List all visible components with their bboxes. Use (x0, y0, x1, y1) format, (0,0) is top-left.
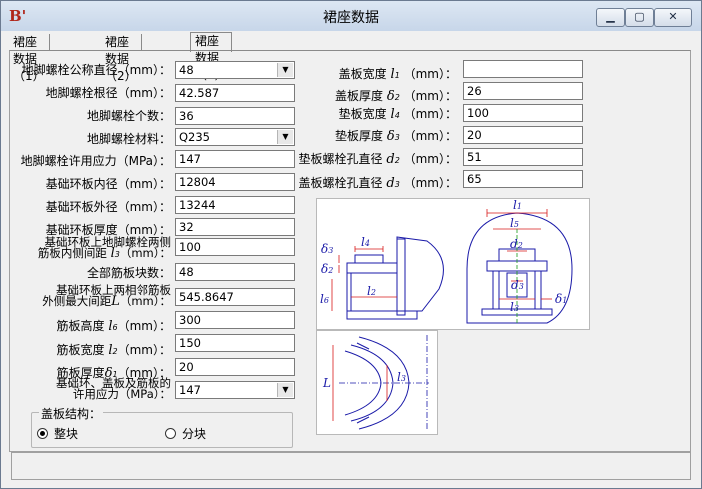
rib-height-input[interactable]: 300 (175, 311, 295, 329)
tab-skirt-data-1[interactable]: 裙座数据（1） (9, 34, 50, 83)
base-ring-outer-diameter-input[interactable]: 13244 (175, 196, 295, 214)
label-l3-plan: l3 (397, 370, 406, 384)
label-l4: l4 (361, 235, 370, 249)
bolt-root-diameter-label: 地脚螺栓根径（mm）： (45, 86, 171, 100)
radio-selected-icon[interactable] (37, 428, 48, 439)
bolt-count-label: 地脚螺栓个数： (86, 109, 171, 123)
label-l5: l5 (510, 216, 519, 230)
bolt-root-diameter-input[interactable]: 42.587 (175, 84, 295, 102)
label-l3: l3 (510, 300, 519, 314)
maximize-button[interactable]: ▢ (625, 8, 654, 27)
cover-plate-thickness-input[interactable]: 26 (463, 82, 583, 100)
chevron-down-icon[interactable]: ▼ (277, 383, 293, 397)
tab-skirt-data-3[interactable]: 裙座数据（3） (190, 32, 232, 82)
label-l1: l1 (513, 199, 522, 212)
label-delta1: δ1 (555, 292, 567, 306)
label-l2: l2 (367, 284, 376, 298)
cover-bolt-hole-diameter-label: 盖板螺栓孔直径 d3 （mm）： (298, 176, 457, 191)
base-ring-inner-diameter-input[interactable]: 12804 (175, 173, 295, 191)
rib-thickness-input[interactable]: 20 (175, 358, 295, 376)
plan-outline (466, 212, 573, 324)
base-ring-thickness-input[interactable]: 32 (175, 218, 295, 236)
label-delta2: δ2 (321, 262, 333, 276)
plate-allowable-stress-select[interactable]: 147 ▼ (175, 381, 295, 399)
rib-inner-spacing-input[interactable]: 100 (175, 238, 295, 256)
chevron-down-icon[interactable]: ▼ (277, 63, 293, 77)
label-delta3: δ3 (321, 242, 333, 256)
bolt-allowable-stress-label: 地脚螺栓许用应力（MPa）： (20, 154, 171, 168)
rib-plan-svg: L l3 (322, 335, 429, 431)
title-bar[interactable]: B' 裙座数据 ▁ ▢ ✕ (1, 1, 701, 31)
pad-bolt-hole-diameter-label: 垫板螺栓孔直径 d2 （mm）： (298, 152, 457, 167)
rib-width-input[interactable]: 150 (175, 334, 295, 352)
base-ring-left (346, 310, 418, 320)
cover-plate-width-label: 盖板宽度 l1 （mm）： (338, 67, 457, 82)
bolt-nominal-diameter-label: 地脚螺栓公称直径（mm）： (21, 63, 171, 77)
bolt-nominal-diameter-select[interactable]: 48 ▼ (175, 61, 295, 79)
pad-plate-width-label: 垫板宽度 l4 （mm）： (338, 107, 457, 122)
skirt-wall (396, 238, 406, 316)
main-window: B' 裙座数据 ▁ ▢ ✕ 裙座数据（1） 裙座数据（2） 裙座数据（3） 地脚… (0, 0, 702, 489)
bolt-material-label: 地脚螺栓材料： (86, 132, 171, 146)
skirt-section-drawing: l4 δ3 δ2 l6 l2 l1 l5 d2 d3 l3 δ1 (316, 198, 590, 330)
rib-width-label: 筋板宽度 l2（mm）： (56, 343, 172, 358)
rib-left (346, 273, 352, 311)
label-l6: l6 (320, 292, 329, 306)
cover-bolt-hole-diameter-input[interactable]: 65 (463, 170, 583, 188)
rib-count-label: 全部筋板块数： (86, 266, 171, 280)
pad-bolt-hole-diameter-input[interactable]: 51 (463, 148, 583, 166)
rib-outer-spacing-label: 基础环板上两相邻筋板 外侧最大间距L（mm）： (42, 283, 171, 309)
radio-split-piece[interactable]: 分块 (165, 425, 206, 442)
rib-outer-spacing-input[interactable]: 545.8647 (175, 288, 295, 306)
pad-plate-thickness-label: 垫板厚度 δ3 （mm）： (335, 129, 457, 144)
radio-whole-piece-label: 整块 (54, 427, 79, 441)
cover-structure-title: 盖板结构： (39, 405, 104, 422)
pad-plate-width-input[interactable]: 100 (463, 104, 583, 122)
pad-plate-thickness-input[interactable]: 20 (463, 126, 583, 144)
cover-plate-width-input[interactable] (463, 60, 583, 78)
rib-plan-drawing: L l3 (316, 330, 438, 435)
radio-whole-piece[interactable]: 整块 (37, 425, 78, 442)
base-ring-outer-diameter-label: 基础环板外径（mm）： (45, 200, 171, 214)
bolt-material-select[interactable]: Q235 ▼ (175, 128, 295, 146)
cover-plate-left (346, 262, 398, 274)
label-d2: d2 (510, 237, 523, 251)
rib-count-input[interactable]: 48 (175, 263, 295, 281)
cover-plate-thickness-label: 盖板厚度 δ2 （mm）： (335, 89, 457, 104)
status-bar (11, 452, 691, 480)
tab-skirt-data-2[interactable]: 裙座数据（2） (101, 34, 142, 83)
radio-split-piece-label: 分块 (182, 427, 207, 441)
minimize-button[interactable]: ▁ (596, 8, 625, 27)
bolt-count-input[interactable]: 36 (175, 107, 295, 125)
bolt-allowable-stress-input[interactable]: 147 (175, 150, 295, 168)
close-button[interactable]: ✕ (654, 8, 692, 27)
plate-allowable-stress-label: 基础环、盖板及筋板的 许用应力（MPa）： (56, 376, 171, 401)
base-ring-inner-diameter-label: 基础环板内径（mm）： (45, 177, 171, 191)
rib-height-label: 筋板高度 l6（mm）： (56, 319, 172, 334)
label-d3: d3 (511, 278, 524, 292)
chevron-down-icon[interactable]: ▼ (277, 130, 293, 144)
skirt-section-svg: l4 δ3 δ2 l6 l2 l1 l5 d2 d3 l3 δ1 (320, 198, 573, 324)
pad-plate-left (354, 254, 384, 264)
radio-unselected-icon[interactable] (165, 428, 176, 439)
label-L: L (322, 376, 331, 390)
rib-inner-spacing-label: 基础环板上地脚螺栓两侧 筋板内侧间距 l3（mm）： (37, 235, 171, 261)
